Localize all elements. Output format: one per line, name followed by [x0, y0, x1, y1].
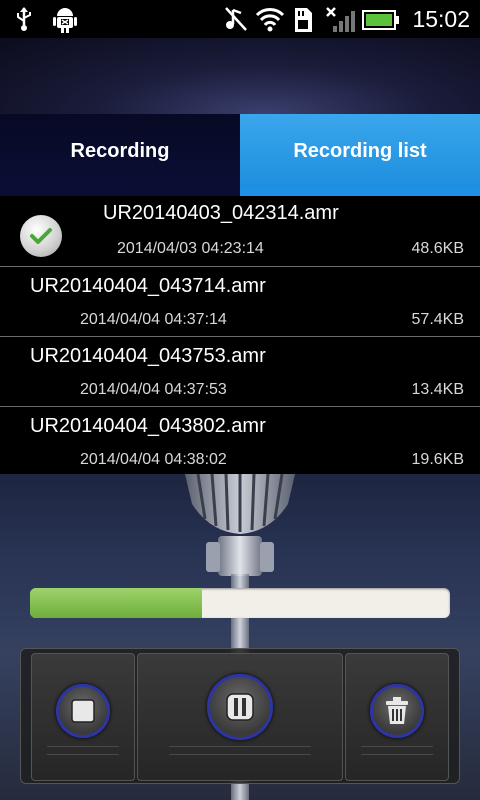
- file-date: 2014/04/04 04:37:14: [80, 311, 227, 328]
- delete-button-circle: [370, 684, 424, 738]
- android-debug-icon: [53, 8, 77, 33]
- stop-icon: [71, 699, 95, 723]
- file-size: 19.6KB: [411, 451, 464, 468]
- usb-icon: [17, 7, 31, 31]
- file-name: UR20140404_043753.amr: [30, 345, 266, 367]
- battery-icon: [362, 10, 399, 30]
- file-date: 2014/04/03 04:23:14: [117, 240, 264, 257]
- mute-icon: [225, 7, 247, 31]
- tab-indicator: [0, 188, 480, 196]
- tab-recording[interactable]: Recording: [0, 114, 240, 188]
- pause-button-circle: [207, 674, 273, 740]
- wifi-icon: [255, 8, 285, 32]
- file-size: 57.4KB: [411, 311, 464, 328]
- header-background: [0, 38, 480, 114]
- playback-progress-bar[interactable]: [30, 588, 450, 618]
- list-item[interactable]: UR20140403_042314.amr 2014/04/03 04:23:1…: [0, 196, 480, 267]
- file-name: UR20140404_043714.amr: [30, 275, 266, 297]
- progress-fill: [30, 588, 203, 618]
- pause-button[interactable]: [137, 653, 343, 781]
- status-bar: 15:02: [0, 0, 480, 38]
- file-date: 2014/04/04 04:37:53: [80, 381, 227, 398]
- list-item[interactable]: UR20140404_043802.amr 2014/04/04 04:38:0…: [0, 407, 480, 477]
- list-item[interactable]: UR20140404_043753.amr 2014/04/04 04:37:5…: [0, 337, 480, 407]
- sd-card-icon: [295, 8, 312, 32]
- stop-button[interactable]: [31, 653, 135, 781]
- clock: 15:02: [412, 6, 470, 32]
- no-signal-icon: [326, 7, 355, 32]
- file-name: UR20140403_042314.amr: [103, 202, 339, 224]
- trash-icon: [386, 697, 408, 724]
- list-item[interactable]: UR20140404_043714.amr 2014/04/04 04:37:1…: [0, 267, 480, 337]
- file-size: 48.6KB: [411, 240, 464, 257]
- file-name: UR20140404_043802.amr: [30, 415, 266, 437]
- file-date: 2014/04/04 04:38:02: [80, 451, 227, 468]
- recording-list: UR20140403_042314.amr 2014/04/03 04:23:1…: [0, 196, 480, 477]
- delete-button[interactable]: [345, 653, 449, 781]
- playback-controls: [20, 648, 460, 784]
- pause-icon: [226, 693, 254, 721]
- stop-button-circle: [56, 684, 110, 738]
- tab-recording-list[interactable]: Recording list: [240, 114, 480, 188]
- file-size: 13.4KB: [411, 381, 464, 398]
- tab-bar: Recording Recording list: [0, 114, 480, 196]
- selected-check-icon[interactable]: [20, 215, 62, 257]
